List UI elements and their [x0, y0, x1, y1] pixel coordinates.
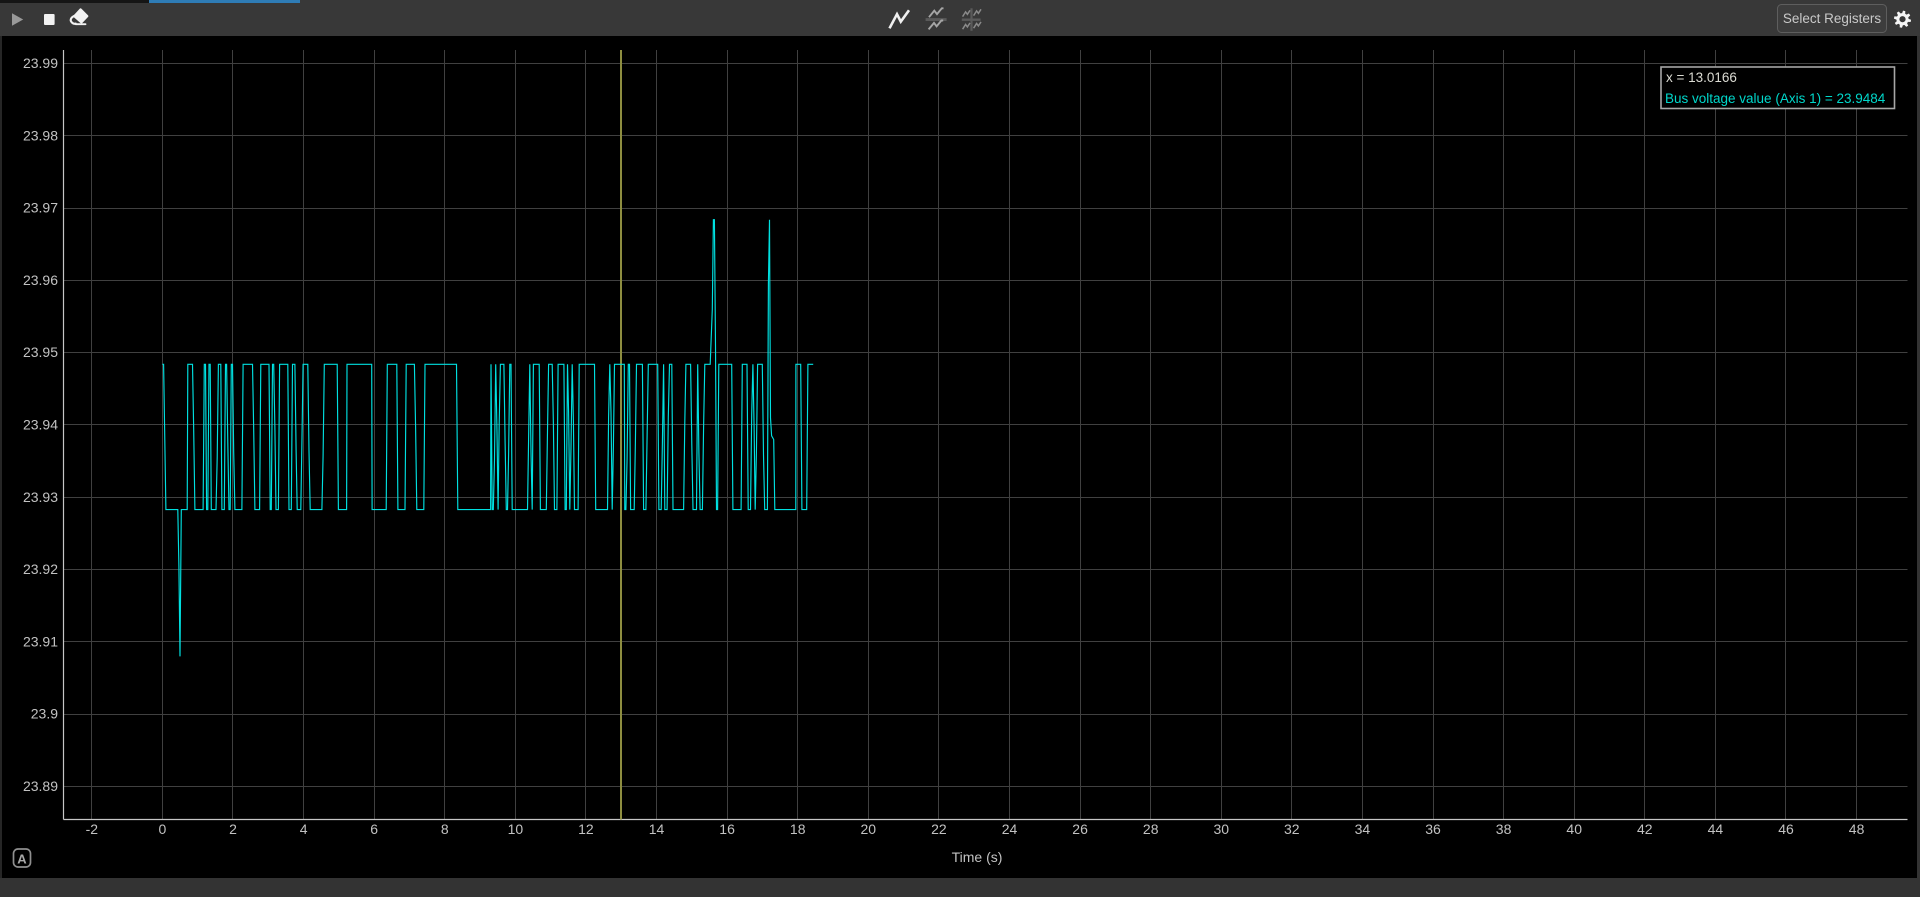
svg-text:12: 12 — [578, 821, 594, 837]
svg-text:23.95: 23.95 — [23, 344, 58, 360]
svg-text:10: 10 — [508, 821, 524, 837]
svg-text:23.89: 23.89 — [23, 778, 58, 794]
svg-text:40: 40 — [1566, 821, 1582, 837]
svg-text:23.99: 23.99 — [23, 55, 58, 71]
svg-text:6: 6 — [370, 821, 378, 837]
svg-text:32: 32 — [1284, 821, 1300, 837]
svg-text:46: 46 — [1778, 821, 1794, 837]
svg-text:30: 30 — [1214, 821, 1230, 837]
svg-text:23.97: 23.97 — [23, 200, 58, 216]
svg-text:23.9: 23.9 — [31, 706, 58, 722]
svg-text:23.96: 23.96 — [23, 272, 58, 288]
svg-text:Time (s): Time (s) — [952, 849, 1003, 865]
svg-text:0: 0 — [159, 821, 167, 837]
svg-text:-2: -2 — [86, 821, 99, 837]
svg-text:x = 13.0166: x = 13.0166 — [1666, 70, 1737, 85]
svg-text:34: 34 — [1355, 821, 1371, 837]
svg-text:23.91: 23.91 — [23, 633, 58, 649]
svg-text:23.94: 23.94 — [23, 417, 58, 433]
svg-text:23.92: 23.92 — [23, 561, 58, 577]
svg-text:48: 48 — [1849, 821, 1865, 837]
svg-text:A: A — [17, 852, 27, 867]
svg-text:38: 38 — [1496, 821, 1512, 837]
svg-text:Select Registers: Select Registers — [1783, 11, 1882, 26]
svg-text:22: 22 — [931, 821, 947, 837]
svg-text:26: 26 — [1072, 821, 1088, 837]
svg-text:28: 28 — [1143, 821, 1159, 837]
svg-text:36: 36 — [1425, 821, 1441, 837]
svg-text:23.93: 23.93 — [23, 489, 58, 505]
svg-text:24: 24 — [1002, 821, 1018, 837]
svg-text:Bus voltage value (Axis 1) = 2: Bus voltage value (Axis 1) = 23.9484 — [1665, 91, 1886, 106]
svg-text:23.98: 23.98 — [23, 127, 58, 143]
svg-text:16: 16 — [719, 821, 735, 837]
svg-text:18: 18 — [790, 821, 806, 837]
svg-text:44: 44 — [1708, 821, 1724, 837]
svg-text:4: 4 — [300, 821, 308, 837]
svg-text:20: 20 — [861, 821, 877, 837]
svg-text:42: 42 — [1637, 821, 1653, 837]
svg-text:14: 14 — [649, 821, 665, 837]
svg-text:2: 2 — [229, 821, 237, 837]
svg-text:8: 8 — [441, 821, 449, 837]
